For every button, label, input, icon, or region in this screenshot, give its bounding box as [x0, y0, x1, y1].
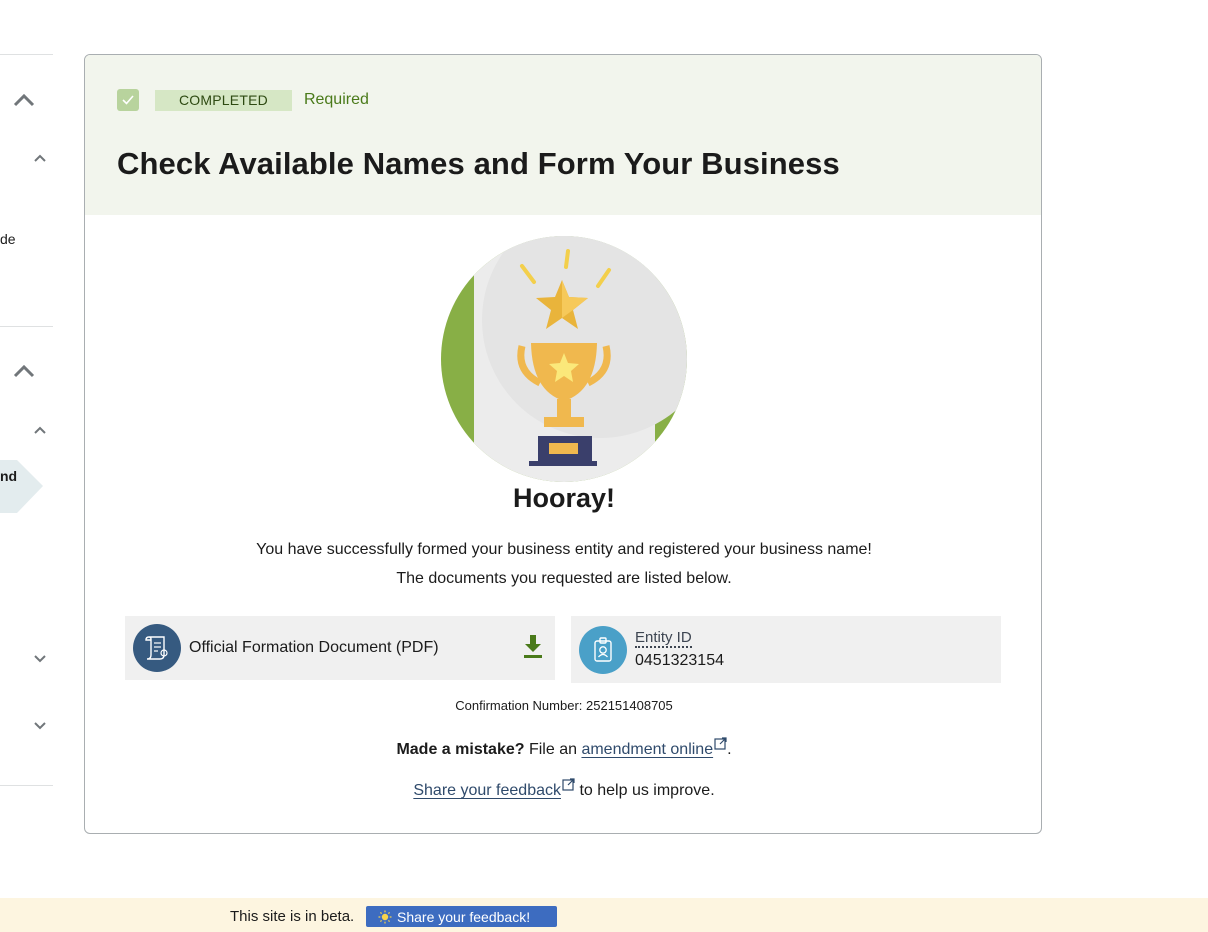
download-icon[interactable]	[523, 634, 543, 663]
success-message: You have successfully formed your busine…	[256, 541, 872, 558]
amendment-online-link[interactable]: amendment online	[581, 741, 713, 758]
formation-document-label[interactable]: Official Formation Document (PDF)	[189, 639, 523, 657]
chevron-up-icon[interactable]	[13, 364, 35, 378]
feedback-notice: Share your feedback to help us improve.	[85, 778, 1041, 800]
task-card: COMPLETED Required Check Available Names…	[84, 54, 1042, 834]
chevron-up-icon[interactable]	[33, 153, 47, 163]
feedback-suffix: to help us improve.	[579, 782, 715, 799]
sidebar-divider	[0, 326, 53, 327]
beta-banner: This site is in beta. Share your feedbac…	[0, 898, 1208, 932]
sidebar: de nd	[0, 0, 53, 932]
chevron-up-icon[interactable]	[13, 93, 35, 107]
task-header: COMPLETED Required Check Available Names…	[85, 55, 1041, 215]
confirmation-number: Confirmation Number: 252151408705	[455, 698, 673, 713]
sidebar-item-label[interactable]: de	[0, 231, 16, 247]
mistake-prefix: File an	[528, 741, 577, 758]
share-feedback-button[interactable]: Share your feedback!	[366, 906, 557, 927]
mistake-suffix: .	[727, 741, 732, 758]
external-link-icon	[562, 778, 575, 796]
entity-id-text: Entity ID 0451323154	[635, 629, 724, 670]
external-link-icon	[714, 737, 727, 755]
completed-checkbox[interactable]	[117, 89, 139, 111]
check-icon	[122, 95, 134, 105]
mistake-bold-label: Made a mistake?	[396, 741, 525, 758]
share-feedback-link[interactable]: Share your feedback	[413, 782, 561, 799]
chevron-down-icon[interactable]	[33, 721, 47, 731]
status-badge: COMPLETED	[155, 89, 292, 111]
lightbulb-icon	[378, 910, 392, 924]
sidebar-item-label: nd	[0, 468, 18, 484]
page: de nd COMPLETED Required Check Available…	[0, 0, 1208, 932]
success-heading: Hooray!	[512, 483, 615, 513]
id-badge-icon	[579, 625, 627, 674]
documents-message: The documents you requested are listed b…	[396, 570, 732, 587]
trophy-illustration	[440, 231, 688, 483]
scroll-document-icon	[133, 624, 181, 672]
page-title: Check Available Names and Form Your Busi…	[117, 146, 840, 181]
entity-id-label[interactable]: Entity ID	[635, 630, 692, 648]
sidebar-divider	[0, 54, 53, 55]
share-feedback-button-label: Share your feedback!	[397, 908, 531, 925]
status-row: COMPLETED Required	[117, 88, 1009, 112]
sidebar-divider	[0, 785, 53, 786]
entity-id-card: Entity ID 0451323154	[571, 616, 1001, 683]
chevron-up-icon[interactable]	[33, 425, 47, 435]
entity-id-value: 0451323154	[635, 652, 724, 669]
beta-text: This site is in beta.	[230, 908, 355, 925]
formation-document-card[interactable]: Official Formation Document (PDF)	[125, 616, 555, 680]
required-label: Required	[303, 91, 369, 108]
mistake-notice: Made a mistake? File an amendment online…	[85, 737, 1041, 759]
sidebar-item-active[interactable]: nd	[0, 460, 43, 513]
chevron-down-icon[interactable]	[33, 654, 47, 664]
